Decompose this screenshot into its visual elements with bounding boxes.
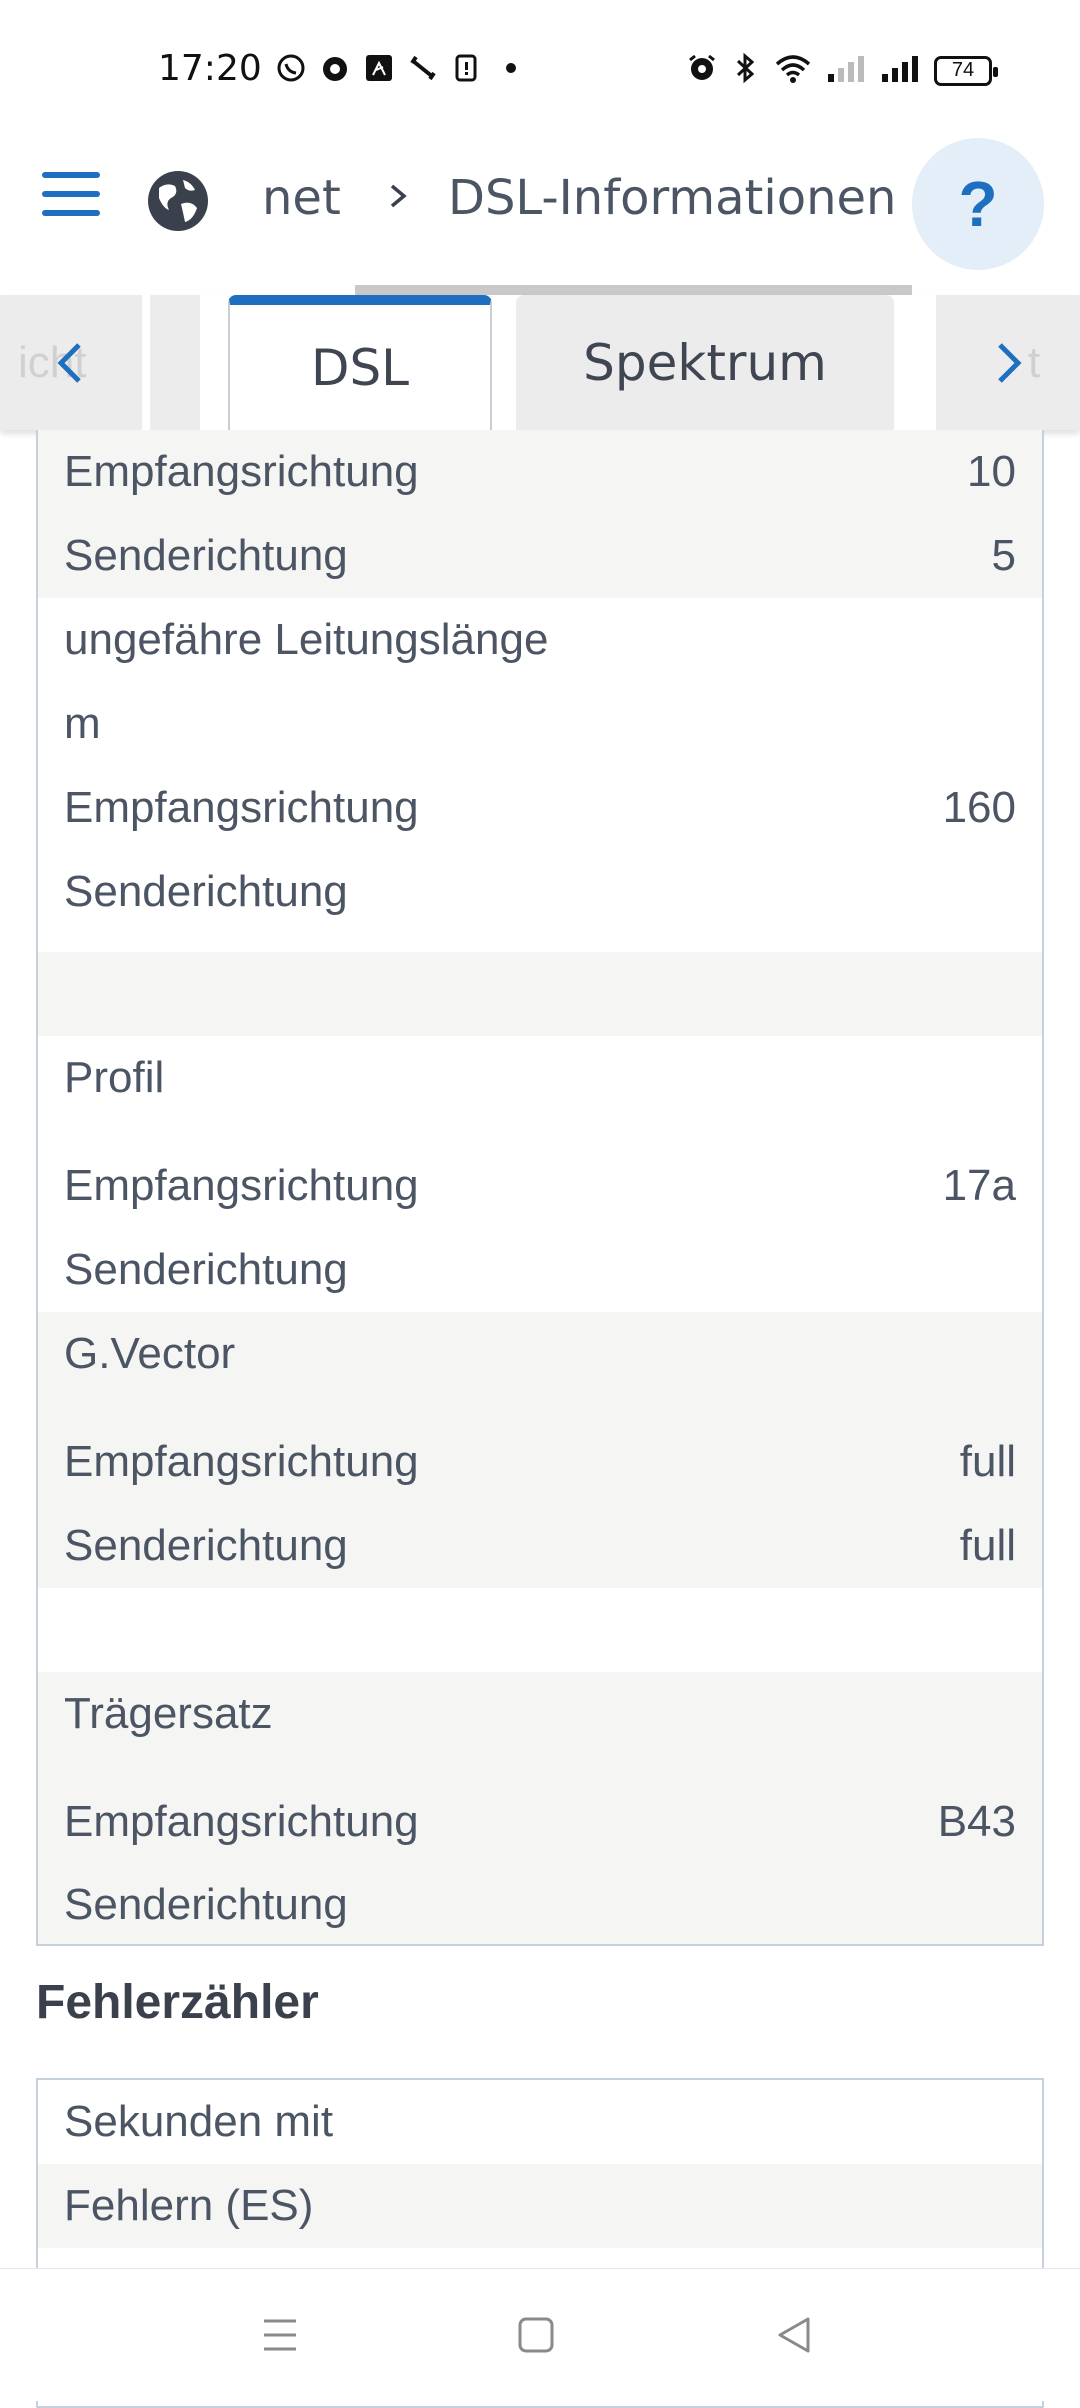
signal-icon-2 [880,52,920,89]
table-row: Empfangsrichtung 10 [38,430,1042,514]
row-label: Senderichtung [64,1521,348,1570]
table-row: Empfangsrichtung B43 [38,1756,1042,1864]
table-row: Empfangsrichtung full [38,1396,1042,1504]
tab-bar: icht DSL Spektrum t [0,295,1080,430]
home-button[interactable] [512,2311,560,2359]
row-label: Empfangsrichtung [64,1797,419,1846]
status-bar: 17:20 74 [0,0,1080,130]
table-row: ungefähre Leitungslänge [38,598,1042,682]
device-alert-icon [451,52,483,84]
row-label: Empfangsrichtung [64,447,419,496]
table-row: Profil [38,1036,1042,1120]
table-row: G.Vector [38,1312,1042,1396]
row-label: Senderichtung [64,531,348,580]
wifi-icon [774,52,812,89]
chevron-right-icon [998,342,1022,383]
menu-button[interactable] [42,172,100,216]
tab-scroll-left-button[interactable]: icht [0,295,142,430]
row-label: Empfangsrichtung [64,783,419,832]
bluetooth-icon [732,52,760,89]
table-row: Senderichtung [38,1228,1042,1312]
jordan-app-icon [363,52,395,84]
tab-spektrum[interactable]: Spektrum [516,295,894,430]
table-row: Senderichtung [38,850,1042,934]
tab-dsl[interactable]: DSL [228,295,492,430]
row-label: Fehlern (ES) [64,2181,314,2230]
tab-ghost-right: t [1028,337,1041,387]
table-row: Trägersatz [38,1672,1042,1756]
table-row: m [38,682,1042,766]
table-row-spacer [38,952,1042,1036]
battery-icon: 74 [934,55,998,86]
row-value: 17a [942,1161,1016,1210]
breadcrumb-prev[interactable]: net [262,170,341,226]
table-row-spacer [38,1588,1042,1672]
table-row: Senderichtung full [38,1504,1042,1588]
app-header: net DSL-Informationen ? [0,130,1080,297]
chevron-right-icon [384,182,412,210]
row-value: 10 [967,447,1016,496]
row-label: ungefähre Leitungslänge [64,615,549,664]
row-value: full [959,1437,1016,1486]
row-value: B43 [937,1797,1016,1846]
back-button[interactable] [770,2311,818,2359]
recent-apps-button[interactable] [256,2311,304,2359]
row-label: Empfangsrichtung [64,1437,419,1486]
chevron-left-icon [57,342,81,383]
row-label: Senderichtung [64,1245,348,1294]
dsl-info-table: Empfangsrichtung 10 Senderichtung 5 unge… [36,430,1044,1946]
status-time: 17:20 [158,48,262,89]
system-icons: 74 [686,52,998,89]
table-row: Sekunden mit [38,2080,1042,2164]
app-notification-icon [319,52,351,84]
system-navigation-bar [0,2268,1080,2401]
row-label: Senderichtung [64,867,348,916]
table-row: Senderichtung 5 [38,514,1042,598]
tab-scroll-right-button[interactable]: t [936,295,1080,430]
table-row: Fehlern (ES) [38,2164,1042,2248]
row-label: G.Vector [64,1329,236,1378]
fitness-icon [407,52,439,84]
row-label: Trägersatz [64,1689,273,1738]
table-row: Senderichtung [38,1864,1042,1944]
table-row: Empfangsrichtung 17a [38,1144,1042,1228]
row-label: Empfangsrichtung [64,1161,419,1210]
tab-partial[interactable] [150,295,200,430]
row-label: Senderichtung [64,1880,348,1929]
page-title: DSL-Informationen [448,170,897,226]
row-value: 160 [942,783,1016,832]
section-title-fehlerzaehler: Fehlerzähler [36,1976,319,2029]
row-value: 5 [991,531,1016,580]
notification-icons [275,52,527,84]
row-label: m [64,699,101,748]
table-row: Empfangsrichtung 160 [38,766,1042,850]
help-button[interactable]: ? [912,138,1044,270]
whatsapp-icon [275,52,307,84]
row-value: full [959,1521,1016,1570]
globe-icon[interactable] [145,168,211,234]
row-label: Sekunden mit [64,2097,334,2146]
alarm-icon [686,52,718,89]
signal-icon-1 [826,52,866,89]
more-dot-icon [495,52,527,84]
row-label: Profil [64,1053,165,1102]
